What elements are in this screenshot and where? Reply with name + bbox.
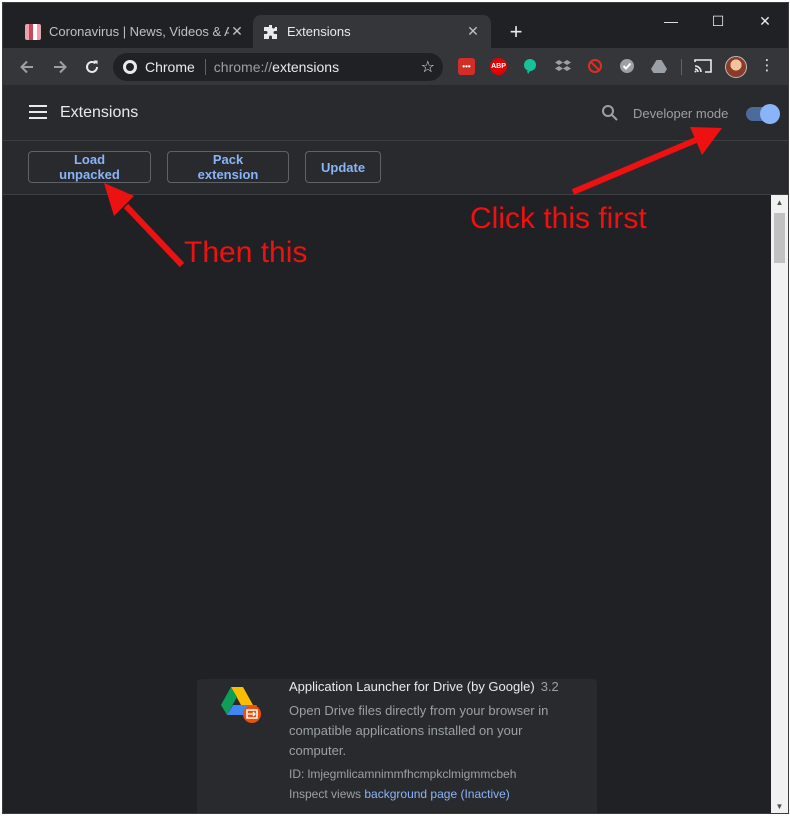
tab-close-icon[interactable]: ✕: [465, 23, 481, 40]
reload-button[interactable]: [80, 55, 104, 79]
checkmark-extension-icon[interactable]: [617, 56, 637, 76]
tab-title: Extensions: [287, 24, 351, 39]
bookmark-star-icon[interactable]: ☆: [421, 57, 435, 77]
scroll-up-arrow-icon[interactable]: ▲: [771, 195, 788, 211]
vertical-scrollbar[interactable]: ▲ ▼: [771, 195, 788, 813]
extensions-header: Extensions Developer mode: [3, 85, 788, 141]
developer-mode-label: Developer mode: [633, 106, 729, 121]
puzzle-piece-icon: [263, 24, 279, 40]
profile-avatar[interactable]: [725, 56, 747, 78]
dropbox-icon[interactable]: [553, 56, 573, 76]
scrollbar-thumb[interactable]: [774, 213, 785, 263]
tab-title: Coronavirus | News, Videos & Art: [49, 24, 229, 39]
extension-description: Open Drive files directly from your brow…: [289, 703, 549, 758]
chrome-logo-icon: [123, 60, 137, 74]
tab-extensions[interactable]: Extensions ✕: [253, 15, 491, 48]
grammarly-icon[interactable]: [520, 56, 540, 76]
developer-mode-toggle[interactable]: [746, 104, 780, 124]
hamburger-menu-icon[interactable]: [29, 105, 47, 119]
browser-toolbar: Chrome chrome:// extensions ☆ ••• ABP ⋮: [3, 48, 788, 85]
load-unpacked-button[interactable]: Load unpacked: [28, 151, 151, 183]
blocker-icon[interactable]: [585, 56, 605, 76]
background-page-link[interactable]: background page (Inactive): [364, 787, 509, 801]
annotation-then-this: Then this: [184, 236, 308, 269]
toggle-knob: [760, 104, 780, 124]
drive-launcher-logo-icon: [221, 685, 261, 723]
tab-close-icon[interactable]: ✕: [229, 23, 245, 40]
adblock-plus-icon[interactable]: ABP: [490, 58, 507, 75]
inspect-views: Inspect views background page (Inactive): [289, 787, 510, 801]
site-favicon-icon: [25, 23, 41, 40]
lastpass-icon[interactable]: •••: [458, 58, 475, 75]
pack-extension-button[interactable]: Pack extension: [167, 151, 289, 183]
site-label: Chrome: [145, 59, 195, 75]
forward-button[interactable]: [48, 55, 72, 79]
minimize-button[interactable]: —: [648, 9, 694, 33]
annotation-click-first: Click this first: [470, 202, 647, 235]
page-title: Extensions: [60, 104, 139, 121]
url-scheme: chrome://: [213, 59, 273, 75]
extension-title: Application Launcher for Drive (by Googl…: [289, 679, 535, 694]
tab-strip: Coronavirus | News, Videos & Art ✕ Exten…: [3, 3, 788, 48]
browser-window: Coronavirus | News, Videos & Art ✕ Exten…: [2, 2, 789, 814]
url-path: extensions: [272, 59, 340, 75]
tab-coronavirus[interactable]: Coronavirus | News, Videos & Art ✕: [15, 15, 255, 48]
maximize-button[interactable]: ☐: [695, 9, 741, 33]
toolbar-divider: [681, 59, 682, 75]
extensions-list-area: Application Launcher for Drive (by Googl…: [3, 195, 771, 813]
extension-card: Application Launcher for Drive (by Googl…: [197, 679, 597, 813]
developer-actions-bar: Load unpacked Pack extension Update: [3, 141, 788, 195]
extension-version: 3.2: [540, 679, 559, 694]
address-bar[interactable]: Chrome chrome:// extensions ☆: [113, 53, 443, 81]
drive-extension-icon[interactable]: [649, 56, 669, 76]
inspect-views-label: Inspect views: [289, 787, 362, 801]
scroll-down-arrow-icon[interactable]: ▼: [771, 799, 788, 813]
update-button[interactable]: Update: [305, 151, 381, 183]
extension-name: Application Launcher for Drive (by Googl…: [289, 679, 559, 694]
cast-icon[interactable]: [693, 56, 713, 76]
back-button[interactable]: [15, 55, 39, 79]
extension-id: ID: lmjegmlicamnimmfhcmpkclmigmmcbeh: [289, 767, 517, 781]
new-tab-button[interactable]: +: [503, 19, 529, 45]
close-window-button[interactable]: ✕: [742, 9, 788, 33]
search-icon[interactable]: [601, 104, 619, 122]
omnibox-divider: [204, 59, 206, 75]
more-menu-icon[interactable]: ⋮: [757, 56, 777, 76]
